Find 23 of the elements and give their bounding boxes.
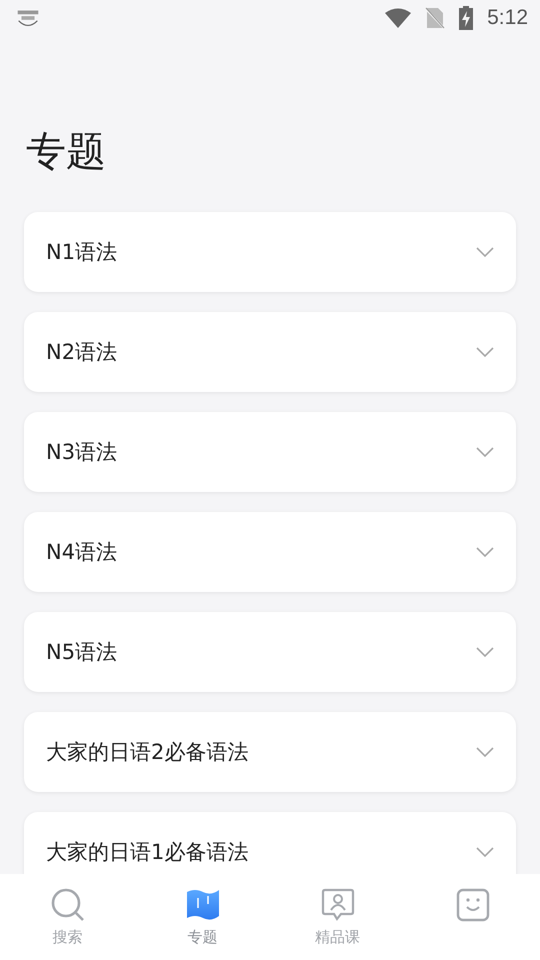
- topic-card[interactable]: N3语法: [24, 412, 516, 492]
- clock-time: 5:12: [487, 6, 528, 30]
- profile-chat-icon: [320, 888, 354, 922]
- no-sim-icon: [425, 7, 446, 29]
- topic-title: 大家的日语1必备语法: [46, 839, 248, 866]
- page-title: 专题: [26, 128, 107, 177]
- search-icon: [50, 888, 84, 922]
- wifi-icon: [385, 8, 412, 28]
- topic-card[interactable]: 大家的日语2必备语法: [24, 712, 516, 792]
- topic-title: N2语法: [46, 339, 118, 366]
- battery-charging-icon: [459, 6, 474, 30]
- map-icon: [186, 888, 220, 922]
- smiley-icon: [456, 888, 490, 922]
- topic-card[interactable]: N1语法: [24, 212, 516, 292]
- topic-card[interactable]: N2语法: [24, 312, 516, 392]
- topic-card[interactable]: N4语法: [24, 512, 516, 592]
- topic-title: N1语法: [46, 239, 118, 266]
- topic-card[interactable]: N5语法: [24, 612, 516, 692]
- topic-title: N3语法: [46, 439, 118, 466]
- topic-title: N5语法: [46, 639, 118, 666]
- topic-title: 大家的日语2必备语法: [46, 739, 248, 766]
- topic-card[interactable]: 大家的日语1必备语法: [24, 812, 516, 874]
- topic-title: N4语法: [46, 539, 118, 566]
